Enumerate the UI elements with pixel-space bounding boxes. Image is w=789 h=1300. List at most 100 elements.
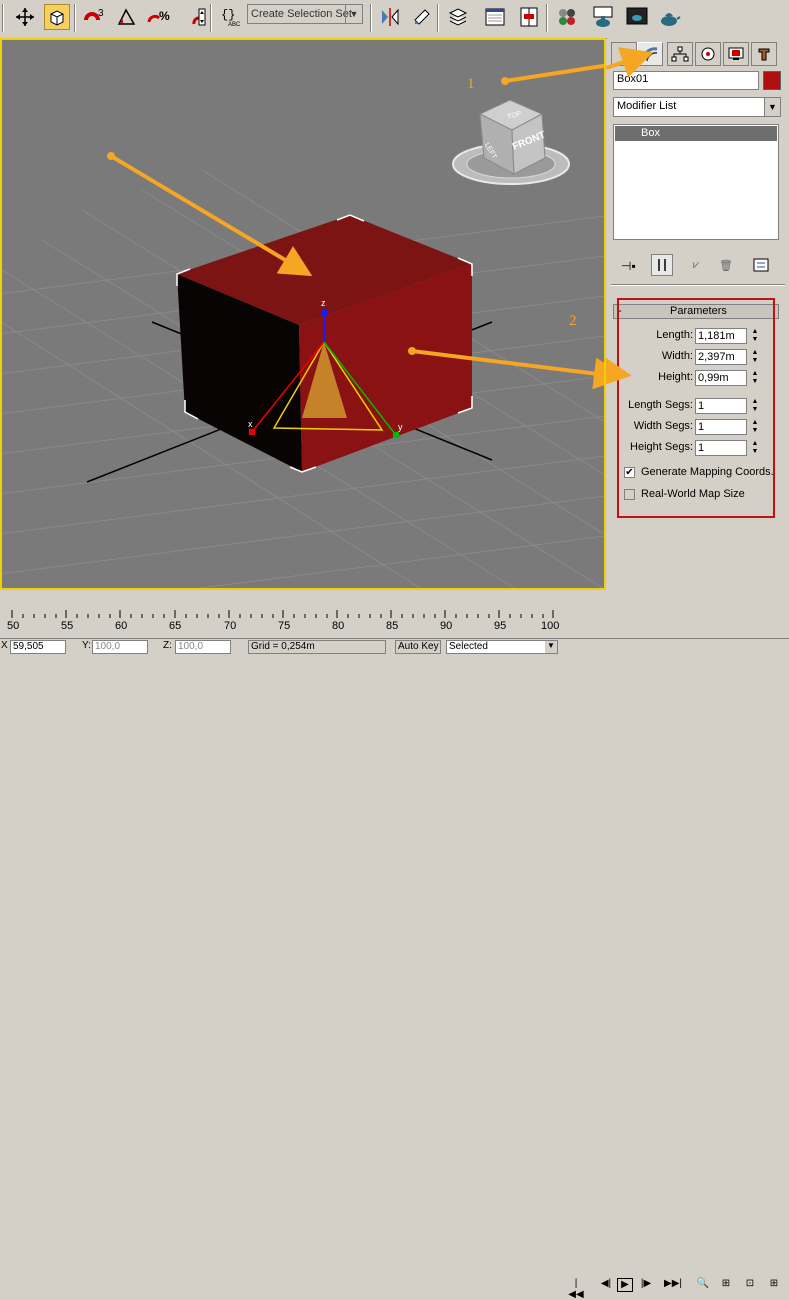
stack-item-label: Box (641, 127, 660, 139)
width-segs-input[interactable]: 1 (695, 419, 747, 435)
selection-set-dropdown[interactable]: Create Selection Set ▼ (247, 4, 363, 24)
toolbar-separator (546, 4, 548, 32)
object-color-swatch[interactable] (763, 71, 781, 90)
remove-modifier-icon[interactable]: 🗑 (719, 259, 733, 272)
material-editor-icon[interactable] (554, 4, 580, 30)
motion-icon[interactable] (695, 42, 721, 66)
x-coord-value: 59,505 (13, 641, 44, 652)
perspective-viewport[interactable]: x y z TOP LEFT FRONT 1 2 (0, 38, 606, 590)
snap-toggle-icon[interactable]: 3 (82, 4, 108, 30)
modify-icon[interactable] (637, 42, 663, 66)
timeline-tick-label: 75 (278, 620, 291, 632)
x-coord-label: X (1, 640, 8, 651)
show-end-result-icon[interactable] (651, 254, 673, 276)
percent-label: % (159, 9, 170, 23)
make-unique-icon[interactable]: ⩗ (693, 259, 699, 272)
width-input[interactable]: 2,397m (695, 349, 747, 365)
generate-mapping-label: Generate Mapping Coords. (641, 466, 774, 478)
length-segs-input[interactable]: 1 (695, 398, 747, 414)
display-icon[interactable] (723, 42, 749, 66)
object-name-field[interactable]: Box01 (613, 71, 759, 90)
viewcube[interactable]: TOP LEFT FRONT (452, 99, 570, 185)
zoom-extents-icon[interactable]: ⊡ (742, 1278, 758, 1292)
select-move-icon[interactable] (12, 4, 38, 30)
width-segs-spinner[interactable]: ▲ ▼ (750, 419, 760, 435)
param-label: Height: (658, 371, 693, 383)
next-frame-icon[interactable]: |▶ (638, 1278, 654, 1292)
timeline-tick-label: 70 (224, 620, 237, 632)
object-name-value: Box01 (617, 73, 649, 85)
spinner-snap-icon[interactable] (186, 4, 212, 30)
length-input[interactable]: 1,181m (695, 328, 747, 344)
timeline-ticks (11, 610, 554, 618)
chevron-down-icon: ▼ (345, 5, 362, 23)
param-label: Height Segs: (630, 441, 693, 453)
height-segs-value: 1 (698, 442, 705, 454)
selection-set-placeholder: Create Selection Set (251, 8, 352, 20)
generate-mapping-checkbox[interactable]: ✔ (624, 467, 635, 478)
width-spinner[interactable]: ▲ ▼ (750, 349, 760, 365)
curve-editor-icon[interactable] (482, 4, 508, 30)
toolbar-separator (437, 4, 439, 32)
length-spinner[interactable]: ▲ ▼ (750, 328, 760, 344)
previous-frame-icon[interactable]: ◀| (598, 1278, 614, 1292)
modifier-stack[interactable]: Box (613, 124, 779, 240)
select-object-icon[interactable] (44, 4, 70, 30)
status-bar: X 59,505 Y: 100,0 Z: 100,0 Grid = 0,254m… (0, 638, 789, 1300)
rendered-frame-icon[interactable] (624, 4, 650, 30)
svg-text:{}: {} (221, 8, 235, 22)
modifier-list-dropdown[interactable]: Modifier List ▼ (613, 97, 781, 117)
create-icon[interactable]: ✦ (611, 42, 637, 66)
configure-modifier-sets-icon[interactable] (753, 258, 769, 275)
layer-manager-icon[interactable] (445, 4, 471, 30)
percent-snap-icon[interactable]: % (146, 4, 172, 30)
viewport-canvas: x y z TOP LEFT FRONT (2, 63, 604, 588)
go-to-end-icon[interactable]: ▶▶| (664, 1278, 682, 1292)
y-coord-value: 100,0 (95, 641, 121, 652)
x-coord-field[interactable]: 59,505 (10, 640, 66, 654)
snap-dimension-label: 3 (98, 8, 104, 19)
height-value: 0,99m (698, 372, 729, 384)
chevron-down-icon: ▼ (764, 98, 780, 116)
play-icon[interactable]: ▶ (617, 1278, 633, 1292)
key-filter-value: Selected (449, 641, 488, 652)
timeline-track[interactable]: 50 55 60 65 70 75 80 85 90 95 100 (0, 600, 789, 638)
param-label: Length Segs: (628, 399, 693, 411)
param-label: Length: (656, 329, 693, 341)
real-world-map-size-label: Real-World Map Size (641, 488, 745, 500)
zoom-extents-all-icon[interactable]: ⊞ (766, 1278, 782, 1292)
length-segs-spinner[interactable]: ▲ ▼ (750, 398, 760, 414)
align-icon[interactable] (409, 4, 435, 30)
quick-render-icon[interactable] (656, 4, 682, 30)
schematic-view-icon[interactable] (516, 4, 542, 30)
annotation-label-2: 2 (569, 313, 577, 329)
stack-item-box[interactable]: Box (615, 126, 777, 141)
height-segs-spinner[interactable]: ▲ ▼ (750, 440, 760, 456)
go-to-start-icon[interactable]: |◀◀ (568, 1278, 584, 1300)
height-segs-input[interactable]: 1 (695, 440, 747, 456)
auto-key-button[interactable]: Auto Key (395, 640, 441, 654)
zoom-all-icon[interactable]: ⊞ (718, 1278, 734, 1292)
grid-size-value: Grid = 0,254m (251, 641, 315, 652)
utilities-icon[interactable] (751, 42, 777, 66)
z-coord-field[interactable]: 100,0 (175, 640, 231, 654)
edit-named-selections-icon[interactable]: {} ABC (218, 4, 244, 30)
hierarchy-icon[interactable] (667, 42, 693, 66)
axis-x-label: x (248, 419, 253, 429)
pin-stack-icon[interactable]: ⊣▪ (621, 259, 636, 273)
height-spinner[interactable]: ▲ ▼ (750, 370, 760, 386)
y-coord-field[interactable]: 100,0 (92, 640, 148, 654)
angle-snap-icon[interactable] (114, 4, 140, 30)
zoom-icon[interactable]: 🔍 (695, 1278, 711, 1292)
toolbar-separator (370, 4, 372, 32)
render-setup-icon[interactable] (590, 4, 616, 30)
width-value: 2,397m (698, 351, 735, 363)
timeline-tick-label: 55 (61, 620, 74, 632)
height-input[interactable]: 0,99m (695, 370, 747, 386)
timeline-tick-label: 100 (541, 620, 560, 632)
real-world-map-size-checkbox[interactable] (624, 489, 635, 500)
mirror-icon[interactable] (377, 4, 403, 30)
width-segs-value: 1 (698, 421, 705, 433)
key-filter-dropdown[interactable]: Selected ▼ (446, 640, 558, 654)
annotation-label-1: 1 (467, 76, 475, 92)
